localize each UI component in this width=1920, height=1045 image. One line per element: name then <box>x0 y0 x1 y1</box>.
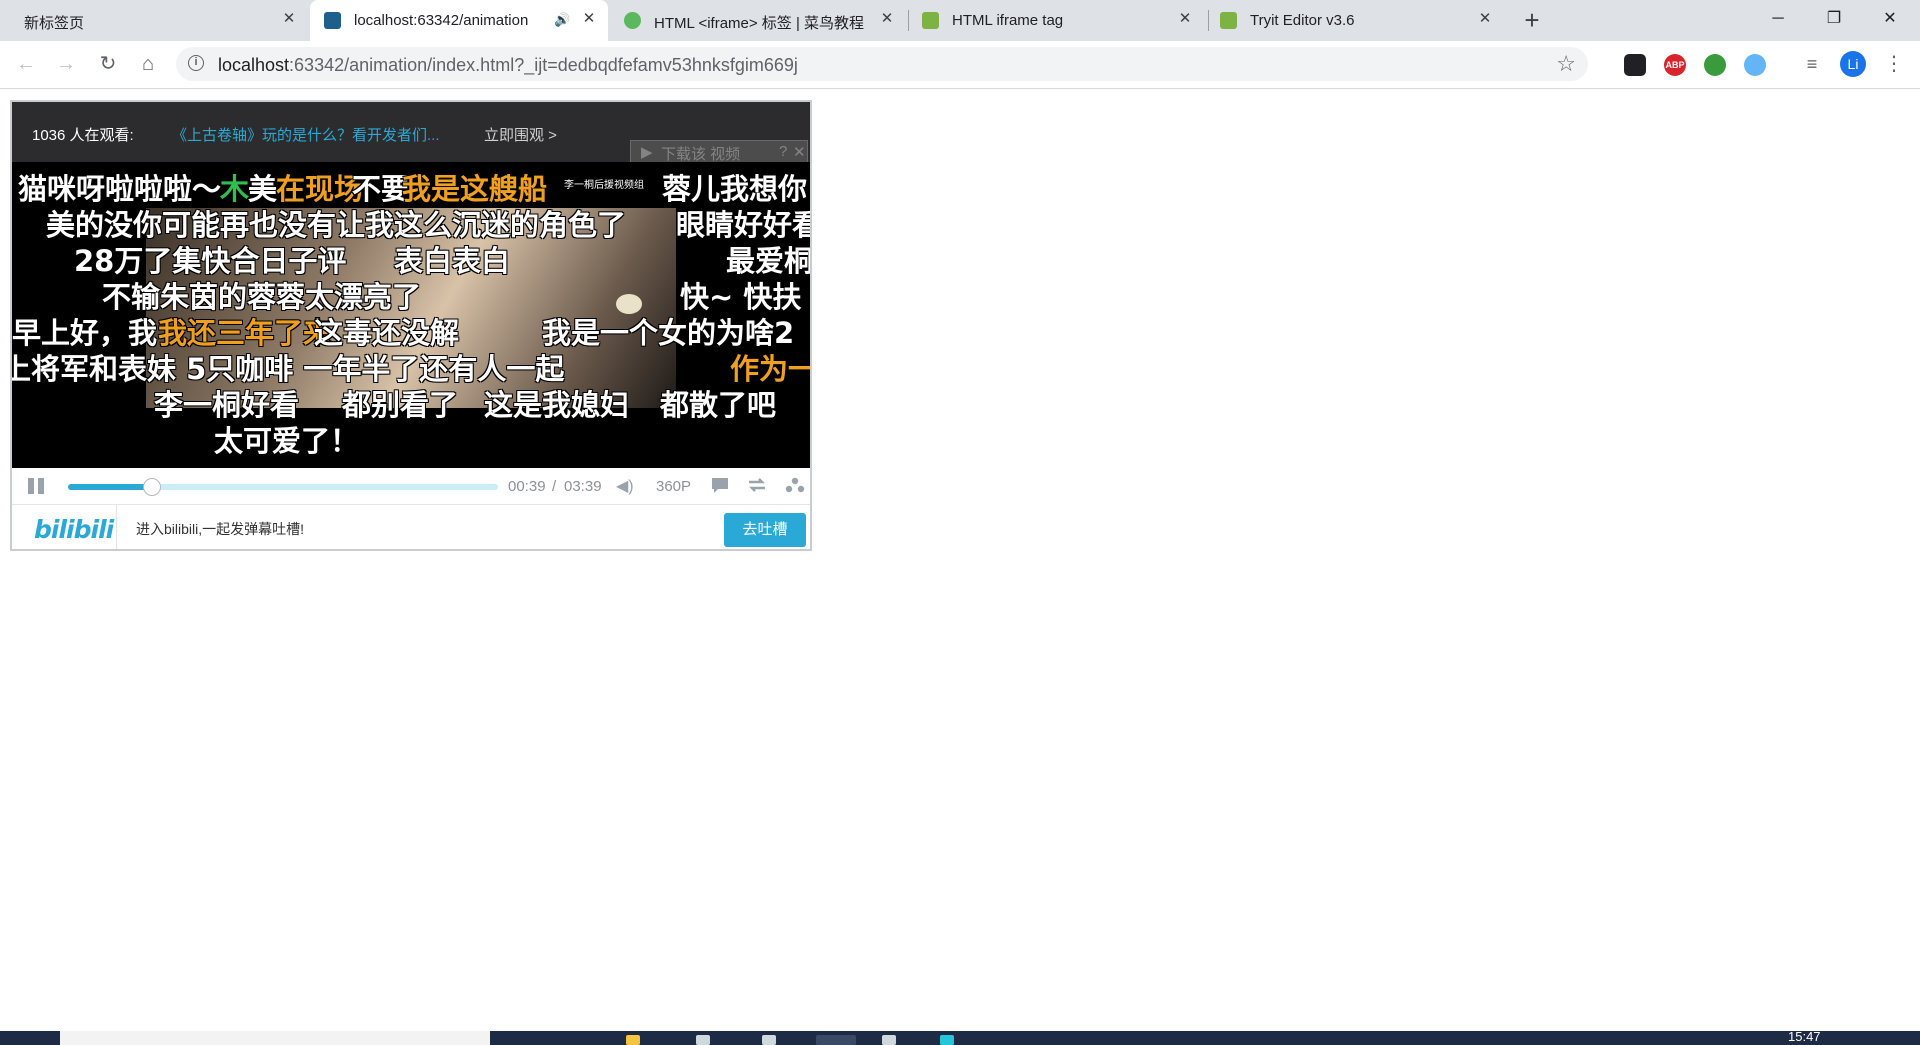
tab-html-iframe-tag[interactable]: HTML iframe tag ✕ <box>910 0 1208 41</box>
media-control-icon[interactable]: ≡ <box>1798 51 1826 79</box>
minimize-button[interactable]: ─ <box>1750 0 1806 41</box>
page-favicon-icon <box>324 12 341 29</box>
taskbar-chrome-icon[interactable] <box>816 1035 856 1045</box>
profile-avatar[interactable]: Li <box>1840 51 1866 77</box>
bilibili-player: 1036 人在观看: 《上古卷轴》玩的是什么？看开发者们... 立即围观 > ▶… <box>10 100 812 551</box>
progress-bar[interactable] <box>68 478 498 496</box>
tab-separator <box>908 10 909 31</box>
audio-playing-icon[interactable]: 🔊 <box>554 12 570 28</box>
tab-close-icon[interactable]: ✕ <box>878 10 896 28</box>
back-arrow-icon[interactable]: ← <box>12 51 40 79</box>
danmaku-comment: 都散了吧 <box>660 388 777 422</box>
tab-close-icon[interactable]: ✕ <box>1176 10 1194 28</box>
forward-arrow-icon[interactable]: → <box>52 51 80 79</box>
translate-extension-icon[interactable] <box>1744 54 1766 76</box>
help-icon[interactable]: ? <box>779 143 787 160</box>
tab-close-icon[interactable]: ✕ <box>580 10 598 28</box>
ghostery-icon[interactable] <box>1624 54 1646 76</box>
play-triangle-icon: ▶ <box>641 144 653 161</box>
volume-icon[interactable]: ◀) <box>616 476 638 496</box>
danmaku-comment: 这是我媳妇 <box>484 388 630 422</box>
taskbar-folder-icon[interactable] <box>882 1035 896 1045</box>
viewer-count: 1036 人在观看: <box>32 127 134 144</box>
taskbar-app-icon[interactable] <box>626 1035 640 1045</box>
taskbar-app-icon[interactable] <box>762 1035 776 1045</box>
address-url[interactable]: localhost:63342/animation/index.html?_ij… <box>218 55 798 76</box>
taskbar-app-icon[interactable] <box>940 1035 954 1045</box>
tab-runoob-iframe[interactable]: HTML <iframe> 标签 | 菜鸟教程 ✕ <box>610 0 908 41</box>
danmaku-input[interactable]: 进入bilibili,一起发弹幕吐槽! <box>136 519 304 539</box>
runoob-favicon-icon <box>624 12 641 29</box>
quality-selector[interactable]: 360P <box>656 478 691 495</box>
bilibili-logo[interactable]: bilibili <box>34 515 114 544</box>
progress-fill <box>68 484 153 490</box>
reload-icon[interactable]: ↻ <box>94 51 122 79</box>
home-icon[interactable]: ⌂ <box>134 51 162 79</box>
tab-title: 新标签页 <box>24 15 85 32</box>
time-separator: / <box>552 478 557 495</box>
restore-button[interactable]: ❐ <box>1806 0 1862 41</box>
new-tab-button[interactable]: + <box>1518 7 1546 35</box>
close-icon[interactable]: ✕ <box>793 143 806 161</box>
fullscreen-icon[interactable] <box>784 476 806 496</box>
address-bar[interactable]: i localhost:63342/animation/index.html?_… <box>176 47 1588 81</box>
tab-new-tab[interactable]: 新标签页 ✕ <box>0 0 306 41</box>
tab-close-icon[interactable]: ✕ <box>280 10 298 28</box>
adblock-plus-icon[interactable]: ABP <box>1664 54 1686 76</box>
browser-menu-icon[interactable]: ⋮ <box>1884 51 1904 77</box>
send-danmaku-button[interactable]: 去吐槽 <box>724 513 806 547</box>
promo-link[interactable]: 《上古卷轴》玩的是什么？看开发者们... <box>172 124 440 145</box>
time-total: 03:39 <box>564 478 602 495</box>
windows-taskbar: 15:47 <box>0 1029 1920 1045</box>
tab-title: HTML <iframe> 标签 | 菜鸟教程 <box>654 15 865 32</box>
tab-separator <box>1208 10 1209 31</box>
live-banner: 1036 人在观看: 《上古卷轴》玩的是什么？看开发者们... 立即围观 > ▶… <box>12 102 810 164</box>
tab-title: localhost:63342/animation <box>354 12 529 29</box>
tab-localhost-animation[interactable]: localhost:63342/animation 🔊 ✕ <box>310 0 608 41</box>
tab-strip: 新标签页 ✕ localhost:63342/animation 🔊 ✕ HTM… <box>0 0 1920 41</box>
loop-icon[interactable] <box>746 476 768 496</box>
player-controls: 00:39 / 03:39 ◀) 360P <box>12 468 810 505</box>
download-video-tip[interactable]: ▶ 下载该 视频 ? ✕ <box>630 140 808 164</box>
divider <box>116 505 117 549</box>
comment-bar: bilibili 进入bilibili,一起发弹幕吐槽! 去吐槽 <box>12 505 810 549</box>
w3schools-favicon-icon <box>922 12 939 29</box>
taskbar-app-icon[interactable] <box>696 1035 710 1045</box>
tab-title: HTML iframe tag <box>952 12 1064 29</box>
danmaku-toggle-icon[interactable] <box>710 476 732 496</box>
window-close-button[interactable]: ✕ <box>1862 0 1918 41</box>
watch-now-link[interactable]: 立即围观 > <box>484 124 557 145</box>
taskbar-search-box[interactable] <box>60 1031 490 1045</box>
time-current: 00:39 <box>508 478 546 495</box>
site-info-icon[interactable]: i <box>188 55 204 71</box>
tab-title: Tryit Editor v3.6 <box>1250 12 1355 29</box>
globe-extension-icon[interactable] <box>1704 54 1726 76</box>
tab-tryit-editor[interactable]: Tryit Editor v3.6 ✕ <box>1210 0 1508 41</box>
danmaku-comment: 太可爱了！ <box>214 424 360 458</box>
url-host: localhost <box>218 55 290 75</box>
danmaku-comment: 都别看了 <box>342 388 459 422</box>
browser-toolbar: ← → ↻ ⌂ i localhost:63342/animation/inde… <box>0 41 1920 89</box>
tab-close-icon[interactable]: ✕ <box>1476 10 1494 28</box>
download-tip-label: 下载该 视频 <box>661 146 741 163</box>
taskbar-clock: 15:47 <box>1788 1029 1821 1044</box>
bookmark-star-icon[interactable]: ☆ <box>1556 51 1576 77</box>
w3schools-favicon-icon <box>1220 12 1237 29</box>
url-path: :63342/animation/index.html?_ijt=dedbqdf… <box>289 55 798 75</box>
danmaku-comment: 李一桐后援视频组 <box>564 180 644 191</box>
video-area[interactable]: 猫咪呀啦啦啦～ 木 美 在现场 不要 我是这艘船 李一桐后援视频组 蓉儿我想你 … <box>12 162 810 468</box>
progress-thumb[interactable] <box>143 478 162 496</box>
pause-icon[interactable] <box>26 476 46 496</box>
